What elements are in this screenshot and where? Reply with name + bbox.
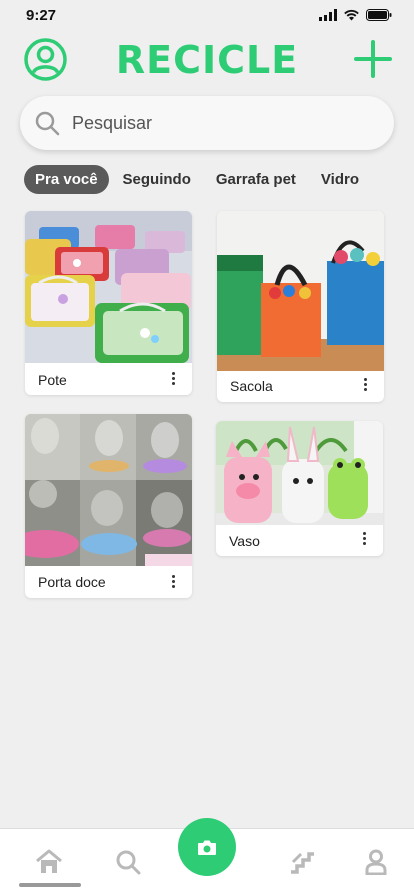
status-bar: 9:27 (0, 0, 414, 34)
post-label: Pote (38, 372, 67, 388)
post-image-vaso (216, 421, 383, 525)
post-image-sacola (217, 211, 384, 371)
home-icon (36, 849, 62, 873)
user-icon (365, 849, 387, 875)
post-card-vaso[interactable]: Vaso (216, 421, 383, 556)
search-bar[interactable] (20, 96, 394, 150)
nav-progress[interactable] (287, 847, 317, 877)
more-options-icon[interactable] (364, 378, 368, 393)
more-options-icon[interactable] (172, 372, 176, 387)
add-button[interactable] (354, 40, 392, 78)
more-options-icon[interactable] (363, 532, 367, 547)
home-indicator (19, 883, 81, 887)
stairs-icon (291, 852, 314, 874)
tab-seguindo[interactable]: Seguindo (112, 165, 202, 194)
tab-vidro[interactable]: Vidro (310, 165, 370, 194)
post-card-sacola[interactable]: Sacola (217, 211, 384, 402)
post-label: Porta doce (38, 574, 106, 590)
battery-icon (366, 9, 392, 21)
nav-home[interactable] (34, 847, 64, 877)
post-image-pote (25, 211, 192, 363)
nav-profile[interactable] (361, 847, 391, 877)
tab-garrafa-pet[interactable]: Garrafa pet (205, 165, 307, 194)
search-icon (116, 850, 141, 875)
more-options-icon[interactable] (172, 575, 176, 590)
plus-icon (354, 40, 392, 78)
category-tabs: Pra você Seguindo Garrafa pet Vidro (24, 164, 414, 194)
search-input[interactable] (72, 96, 372, 150)
status-time: 9:27 (26, 7, 57, 24)
post-label: Sacola (230, 378, 273, 394)
post-card-pote[interactable]: Pote (25, 211, 192, 395)
signal-icon (319, 9, 337, 21)
search-icon (35, 111, 60, 136)
post-image-porta-doce (25, 414, 192, 566)
post-card-porta-doce[interactable]: Porta doce (25, 414, 192, 598)
wifi-icon (344, 9, 359, 21)
app-title: RECICLE (115, 38, 299, 82)
status-icons (319, 9, 392, 21)
app-header: RECICLE (0, 36, 414, 86)
tab-pra-voce[interactable]: Pra você (24, 164, 109, 194)
bottom-nav (0, 818, 414, 896)
post-label: Vaso (229, 533, 260, 549)
camera-icon (198, 840, 216, 855)
nav-search[interactable] (113, 847, 143, 877)
camera-button[interactable] (178, 818, 236, 876)
